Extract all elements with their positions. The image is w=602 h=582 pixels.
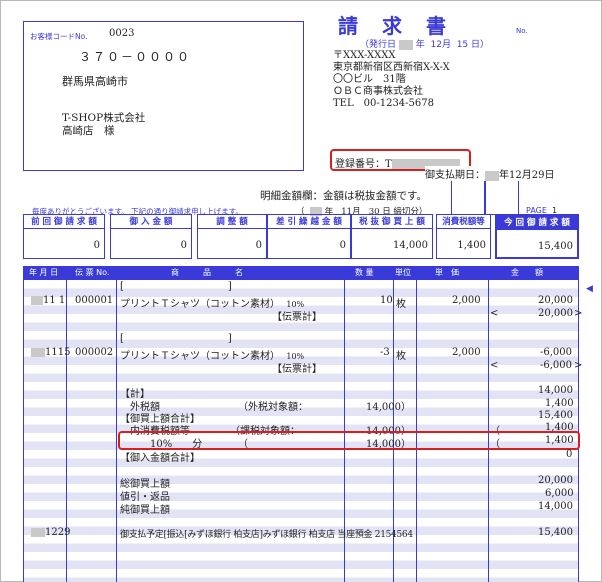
last-amount: 15,400 (538, 527, 573, 538)
table-row: 1229 (31, 527, 70, 538)
customer-code: 0023 (109, 28, 135, 39)
net: 14,000 (538, 501, 573, 512)
slip-total-gt: > (574, 360, 583, 371)
net-label: 純御買上額 (120, 505, 170, 516)
item-line-bracket: [] (120, 333, 232, 344)
amount: -6,000 (540, 347, 573, 358)
payment-total-label: 【御入金額合計】 (120, 453, 200, 464)
invoice-title: 請 求 書 (338, 14, 448, 38)
slip-total-gt: > (574, 308, 583, 319)
payment-due: 御支払期日： 年12月29日 (425, 166, 555, 181)
detail-table-header: 年 月 日 伝 票 No. 商 品 名 数 量 単位 単 価 金 額 (23, 266, 579, 280)
total: 14,000 (538, 385, 573, 396)
summary-adjustment: 調 整 額0 (197, 214, 267, 259)
quantity: 10 (380, 295, 393, 306)
returns: 6,000 (545, 488, 574, 499)
stamp-box-left (451, 177, 485, 215)
slip-total: 20,000 (538, 308, 573, 319)
item-line-bracket: [] (120, 281, 232, 292)
summary-consumption-tax: 消費税額等 1,400 (436, 214, 491, 259)
slip-total-lt: < (490, 308, 499, 319)
customer-address-box: お客様コードNo. 0023 ３７０－００００ 群馬県高崎市 T-SHOP株式会… (23, 21, 304, 171)
unit: 枚 (396, 299, 406, 310)
stamp-box-right (485, 177, 519, 215)
summary-payment: 御 入 金 額0 (110, 214, 192, 259)
table-row: 11 1 (31, 295, 65, 306)
unit-price: 2,000 (452, 347, 481, 358)
summary-table: 前 回 御 請 求 額0 御 入 金 額0 調 整 額0 差 引 繰 越 金 額… (23, 214, 579, 259)
issuer-company: ＯＢＣ商事株式会社 (333, 86, 423, 97)
doc-no-label: No. (516, 27, 528, 35)
unit: 枚 (396, 351, 406, 362)
ext-tax: 1,400 (545, 398, 574, 409)
issuer-building: 〇〇ビル 31階 (333, 74, 406, 85)
marker-arrow-icon: ◀ (586, 284, 593, 294)
unit-price: 2,000 (452, 295, 481, 306)
slip-no: 000002 (75, 347, 114, 358)
slip-total-lt: < (490, 360, 499, 371)
customer-postal: ３７０－００００ (79, 50, 192, 64)
summary-carryover: 差 引 繰 越 金 額0 (267, 214, 351, 259)
slip-total: -6,000 (540, 360, 573, 371)
customer-branch: 高崎店 様 (62, 125, 115, 137)
customer-code-label: お客様コードNo. (30, 32, 88, 41)
gross: 20,000 (538, 475, 573, 486)
payment-total: 0 (566, 449, 573, 460)
slip-total-label: 【伝票計】 (272, 364, 322, 375)
issuer-tel: TEL 00-1234-5678 (333, 98, 434, 109)
bank-info: 御支払予定[振込[みずほ銀行 柏支店]みずほ銀行 柏支店 当座預金 215456… (120, 530, 413, 540)
customer-address: 群馬県高崎市 (62, 75, 128, 88)
amount: 20,000 (538, 295, 573, 306)
issuer-block: 〒XXX-XXXX 東京都新宿区西新宿X-X-X 〇〇ビル 31階 ＯＢＣ商事株… (333, 50, 450, 110)
summary-purchase-excl-tax: 税 抜 御 買 上 額 14,000 (351, 214, 433, 259)
issuer-address: 東京都新宿区西新宿X-X-X (333, 62, 450, 73)
col-divider (116, 280, 117, 582)
summary-current-invoice: 今 回 御 請 求 額 15,400 (495, 214, 579, 259)
ext-tax-basis: （外税対象額： (238, 402, 308, 413)
issue-date: （発行日 年 12月 15 日） (360, 39, 490, 50)
ext-tax-base: 14,000） (366, 402, 411, 413)
slip-no: 000001 (75, 295, 114, 306)
purchase-total: 15,400 (538, 410, 573, 421)
table-row: 1115 (31, 347, 70, 358)
highlight-tax-rate-row (118, 431, 580, 450)
summary-prev-balance: 前 回 御 請 求 額0 (23, 214, 105, 259)
quantity: -3 (380, 347, 390, 358)
issuer-postal: 〒XXX-XXXX (333, 50, 396, 61)
slip-total-label: 【伝票計】 (272, 312, 322, 323)
tax-note: 明細金額欄：金額は税抜金額です。 (260, 190, 427, 202)
